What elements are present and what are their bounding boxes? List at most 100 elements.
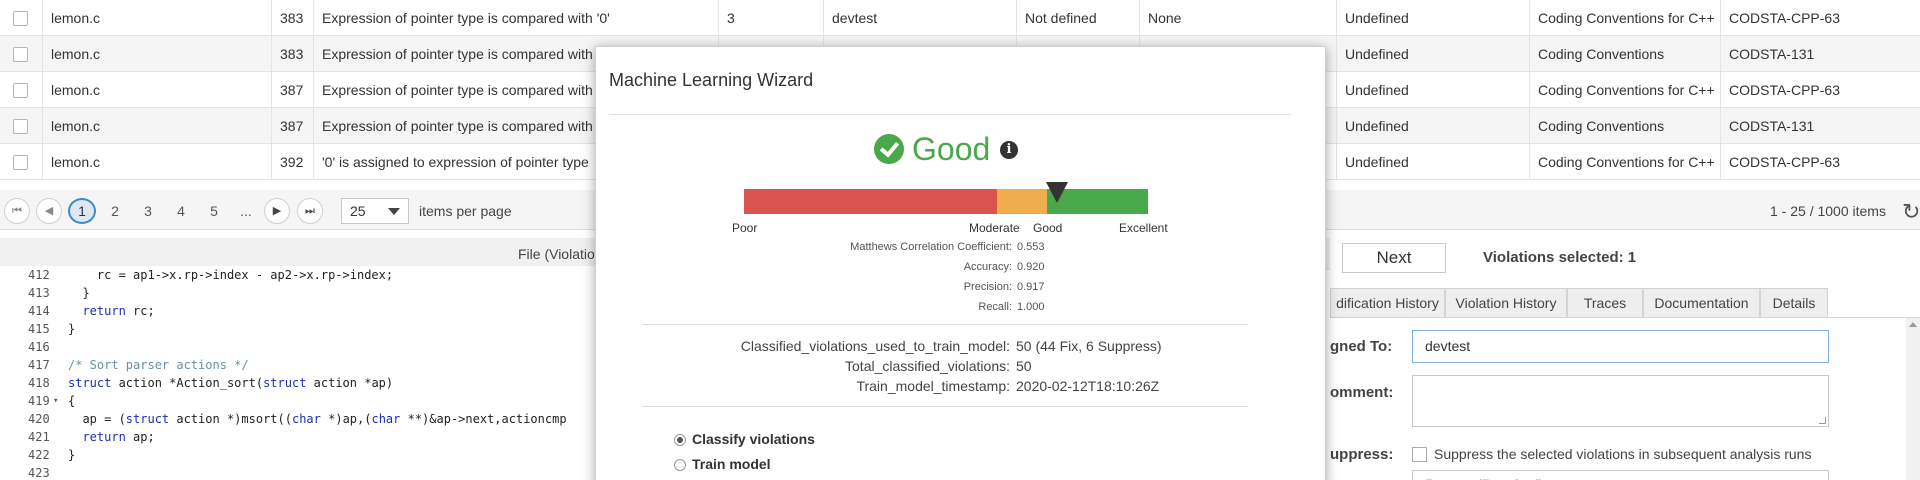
dialog-divider [642, 324, 1248, 325]
prev-page-icon[interactable]: ◀ [36, 198, 62, 224]
quality-gauge: Poor Moderate Good Excellent [732, 182, 1168, 242]
items-per-page-label: items per page [419, 203, 512, 219]
radio-label: Classify violations [692, 431, 815, 447]
rating-label: Good [912, 131, 991, 167]
last-page-icon[interactable]: ⏭ [297, 198, 323, 224]
assigned-to-field[interactable]: devtest [1412, 330, 1829, 363]
page-4-button[interactable]: 4 [167, 198, 195, 224]
code-line: 420 ap = (struct action *)msort((char *)… [0, 410, 600, 428]
page-3-button[interactable]: 3 [134, 198, 162, 224]
code-line: 418 struct action *Action_sort(struct act… [0, 374, 600, 392]
row-checkbox[interactable] [13, 119, 28, 134]
cell-line: 392 [280, 154, 304, 170]
comment-textarea[interactable] [1412, 375, 1829, 427]
code-editor[interactable]: 412 rc = ap1->x.rp->index - ap2->x.rp->i… [0, 266, 600, 480]
cell-file: lemon.c [51, 118, 101, 134]
assigned-to-label: gned To: [1330, 338, 1393, 355]
code-text: } [68, 322, 76, 336]
line-number: 422 [28, 448, 50, 462]
model-info-row: Classified_violations_used_to_train_mode… [596, 338, 1327, 356]
suppress-checkbox[interactable] [1412, 447, 1427, 462]
comment-label: omment: [1330, 384, 1394, 401]
cell-status: Undefined [1345, 10, 1409, 26]
tab-details[interactable]: Details [1760, 288, 1828, 318]
cell-rule-id: CODSTA-CPP-63 [1729, 82, 1840, 98]
radio-label: Train model [692, 456, 771, 472]
train-model-radio[interactable] [674, 459, 686, 471]
page-1-button[interactable]: 1 [68, 198, 96, 224]
table-row[interactable]: lemon.c 383 Expression of pointer type is … [0, 0, 1920, 36]
code-text: return rc; [82, 304, 155, 318]
line-number: 412 [28, 268, 50, 282]
cell-rule-id: CODSTA-CPP-63 [1729, 154, 1840, 170]
tab-documentation[interactable]: Documentation [1643, 288, 1760, 318]
gauge-pointer [1046, 182, 1068, 203]
metric-row: Matthews Correlation Coefficient: 0.553 [596, 241, 1327, 257]
code-line: 419 ▾ { [0, 392, 600, 410]
page-more-button[interactable]: ... [232, 198, 260, 224]
fold-toggle-icon[interactable]: ▾ [53, 392, 58, 410]
line-number: 420 [28, 412, 50, 426]
line-number: 423 [28, 466, 50, 480]
model-info-row: Train_model_timestamp: 2020-02-12T18:10:2… [596, 378, 1327, 396]
code-line: 423 [0, 464, 600, 480]
code-text: struct action *Action_sort(struct action… [68, 376, 394, 390]
code-text: ap = (struct action *)msort((char *)ap,(… [68, 412, 567, 426]
row-checkbox[interactable] [13, 47, 28, 62]
metric-value: 0.553 [1017, 241, 1045, 253]
cell-message: Expression of pointer type is compared w… [322, 10, 610, 26]
info-icon[interactable]: i [1000, 141, 1018, 159]
tabs-divider [1330, 317, 1920, 318]
cell-line: 387 [280, 118, 304, 134]
line-number: 413 [28, 286, 50, 300]
suppress-label: uppress: [1330, 446, 1394, 463]
cell-user: devtest [832, 10, 878, 26]
row-checkbox[interactable] [13, 11, 28, 26]
next-page-icon[interactable]: ▶ [264, 198, 290, 224]
code-line: 414 return rc; [0, 302, 600, 320]
line-number: 415 [28, 322, 50, 336]
classify-violations-radio[interactable] [674, 434, 686, 446]
items-per-page-value: 25 [350, 203, 366, 219]
tab-dification-history[interactable]: dification History [1330, 288, 1445, 318]
metric-value: 1.000 [1017, 301, 1045, 313]
details-scrollbar[interactable] [1906, 318, 1920, 480]
page-2-button[interactable]: 2 [101, 198, 129, 224]
cell-line: 383 [280, 10, 304, 26]
code-line: 412 rc = ap1->x.rp->index - ap2->x.rp->i… [0, 266, 600, 284]
code-line: 417 /* Sort parser actions */ [0, 356, 600, 374]
items-count: 1 - 25 / 1000 items [1770, 203, 1886, 219]
cell-line: 383 [280, 46, 304, 62]
cell-status: Undefined [1345, 46, 1409, 62]
info-value: 50 (44 Fix, 6 Suppress) [1016, 338, 1162, 354]
info-value: 50 [1016, 358, 1032, 374]
gauge-label-poor: Poor [732, 221, 758, 235]
row-checkbox[interactable] [13, 155, 28, 170]
cell-rule-set: Coding Conventions for C++ [1538, 154, 1715, 170]
cell-status: Undefined [1345, 154, 1409, 170]
cell-count: 3 [727, 10, 735, 26]
cell-rule-set: Coding Conventions for C++ [1538, 82, 1715, 98]
cell-status: Undefined [1345, 118, 1409, 134]
source-pane-title: File (Violatio [518, 246, 595, 262]
info-key: Train_model_timestamp: [856, 378, 1010, 394]
refresh-icon[interactable]: ↻ [1902, 199, 1920, 225]
cell-file: lemon.c [51, 154, 101, 170]
info-value: 2020-02-12T18:10:26Z [1016, 378, 1160, 394]
page-5-button[interactable]: 5 [200, 198, 228, 224]
gauge-label-moderate: Moderate [969, 221, 1020, 235]
scroll-up-icon[interactable] [1909, 322, 1917, 327]
tab-violation-history[interactable]: Violation History [1445, 288, 1567, 318]
reason-field[interactable]: Reason (Required) [1412, 470, 1829, 480]
tab-traces[interactable]: Traces [1567, 288, 1643, 318]
row-checkbox[interactable] [13, 83, 28, 98]
cell-rule-id: CODSTA-CPP-63 [1729, 10, 1840, 26]
cell-rule-set: Coding Conventions [1538, 118, 1665, 134]
code-line: 422} [0, 446, 600, 464]
line-number: 416 [28, 340, 50, 354]
first-page-icon[interactable]: ⏮ [4, 198, 30, 224]
cell-defined: Not defined [1025, 10, 1097, 26]
code-text: } [68, 286, 90, 300]
items-per-page-select[interactable]: 25 [341, 198, 409, 224]
next-button[interactable]: Next [1342, 243, 1446, 273]
